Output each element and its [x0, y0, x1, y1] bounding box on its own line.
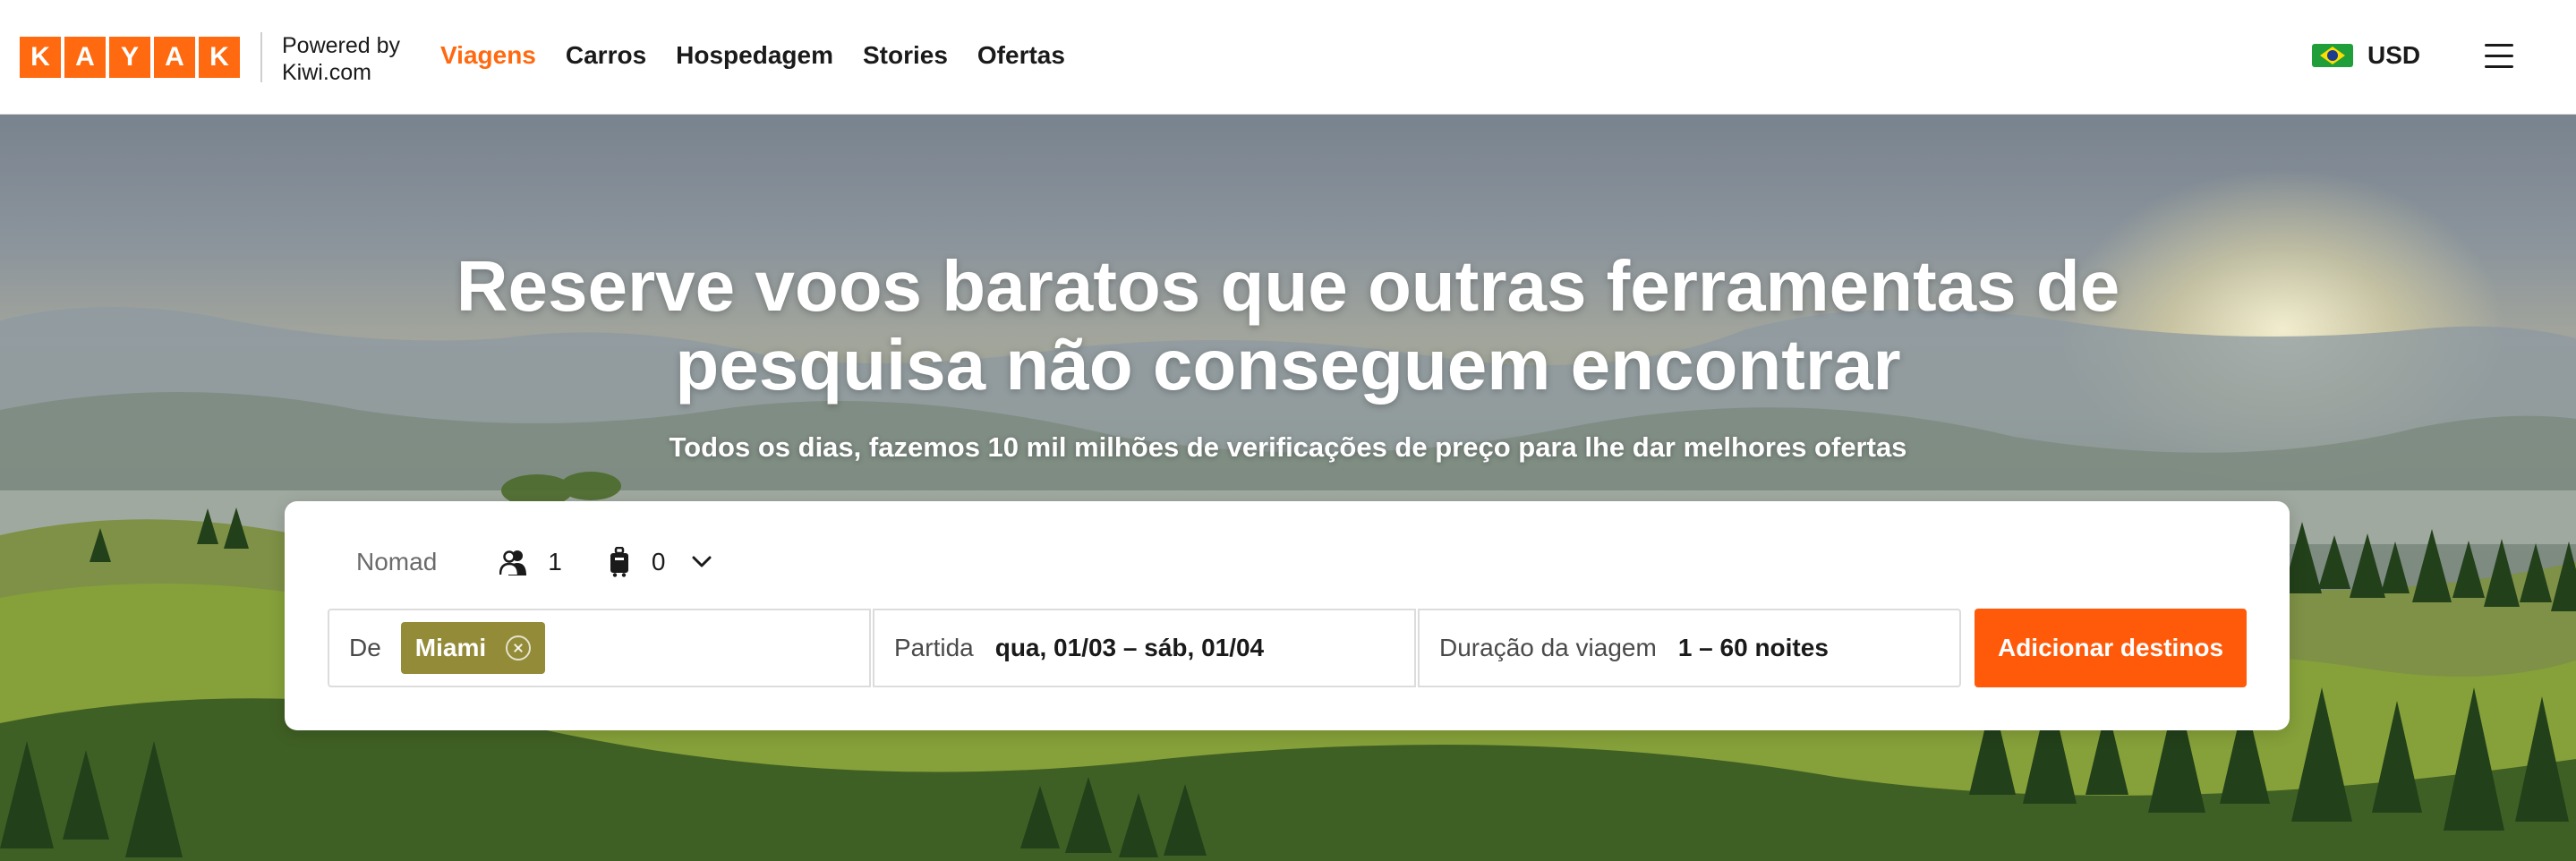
duration-label: Duração da viagem	[1439, 634, 1657, 661]
departure-label: Partida	[894, 634, 974, 661]
landscape-background	[0, 307, 2576, 861]
hero-section: Reserve voos baratos que outras ferramen…	[0, 115, 2576, 861]
origin-field[interactable]: De Miami	[328, 609, 871, 687]
hero-subline: Todos os dias, fazemos 10 mil milhões de…	[669, 431, 1907, 463]
hero-headline: Reserve voos baratos que outras ferramen…	[0, 247, 2576, 405]
departure-date-field[interactable]: Partida qua, 01/03 – sáb, 01/04	[873, 609, 1416, 687]
add-destinations-button[interactable]: Adicionar destinos	[1975, 609, 2247, 687]
currency-selector[interactable]: USD	[2312, 41, 2420, 70]
passengers-icon	[499, 550, 527, 575]
nav-ofertas[interactable]: Ofertas	[977, 41, 1065, 70]
departure-value: qua, 01/03 – sáb, 01/04	[994, 634, 1265, 661]
brazil-flag-icon	[2312, 44, 2353, 67]
kayak-logo[interactable]: K A Y A K	[20, 37, 240, 78]
luggage-icon	[610, 547, 628, 577]
origin-label: De	[349, 634, 381, 661]
logo-letter: A	[154, 37, 195, 78]
hamburger-menu-icon[interactable]	[2485, 44, 2515, 69]
passengers-count: 1	[548, 548, 562, 575]
hero-headline-line2: pesquisa não conseguem encontrar	[675, 325, 1901, 405]
top-header: K A Y A K Powered by Kiwi.com Viagens Ca…	[0, 0, 2576, 115]
passengers-selector[interactable]: 1	[499, 548, 562, 576]
nav-carros[interactable]: Carros	[566, 41, 646, 70]
origin-chip-text: Miami	[414, 634, 487, 661]
powered-by-text: Powered by	[282, 33, 401, 58]
logo-letter: Y	[109, 37, 150, 78]
trip-duration-field[interactable]: Duração da viagem 1 – 60 noites	[1418, 609, 1961, 687]
nav-hospedagem[interactable]: Hospedagem	[676, 41, 833, 70]
origin-chip[interactable]: Miami	[400, 622, 546, 674]
nav-stories[interactable]: Stories	[863, 41, 948, 70]
kiwi-text: Kiwi.com	[282, 60, 372, 85]
chevron-down-icon[interactable]	[692, 556, 712, 568]
trip-mode-selector[interactable]: Nomad	[356, 548, 437, 576]
logo-letter: A	[64, 37, 106, 78]
search-fields: De Miami Partida qua, 01/03 – sáb, 01/04…	[328, 609, 1961, 687]
logo-letter: K	[199, 37, 240, 78]
bags-count: 0	[651, 548, 666, 575]
logo-letter: K	[20, 37, 61, 78]
duration-value: 1 – 60 noites	[1677, 634, 1829, 661]
powered-by-kiwi[interactable]: Powered by Kiwi.com	[282, 32, 400, 86]
currency-label: USD	[2367, 41, 2421, 69]
logo-divider	[260, 32, 262, 82]
search-options-row: Nomad 1 0	[356, 544, 712, 580]
bags-selector[interactable]: 0	[609, 547, 666, 577]
nav-viagens[interactable]: Viagens	[440, 41, 536, 70]
search-card: Nomad 1 0 De Miami Partida qua, 01/03 – …	[285, 501, 2290, 730]
main-nav: Viagens Carros Hospedagem Stories Oferta…	[440, 41, 1065, 70]
remove-origin-icon[interactable]	[506, 635, 532, 661]
hero-headline-line1: Reserve voos baratos que outras ferramen…	[456, 246, 2120, 326]
